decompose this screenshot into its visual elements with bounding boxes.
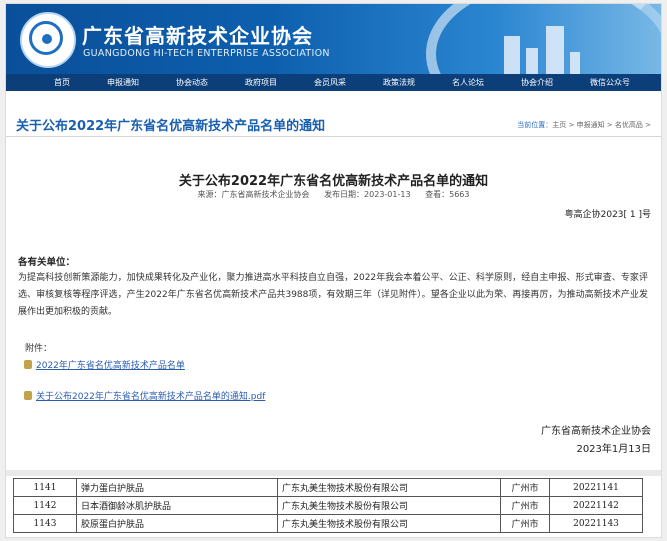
table-cell-code: 20221143 xyxy=(549,514,643,533)
paperclip-icon xyxy=(24,391,32,400)
table-cell-city: 广州市 xyxy=(500,496,550,515)
article-title: 关于公布2022年广东省名优高新技术产品名单的通知 xyxy=(178,174,489,189)
table-cell-product: 胶原蛋白护肤品 xyxy=(76,514,278,533)
breadcrumb: 当前位置：主页 > 申报通知 > 名优高品 > xyxy=(517,120,651,130)
table-cell-code: 20221141 xyxy=(549,478,643,497)
attachments-label: 附件： xyxy=(25,344,53,354)
banner-building xyxy=(546,26,564,74)
page-frame: 广东省高新技术企业协会 GUANGDONG HI-TECH ENTERPRISE… xyxy=(6,4,661,537)
nav-item-home[interactable]: 首页 xyxy=(54,77,70,88)
breadcrumb-label: 当前位置： xyxy=(517,121,553,129)
article-source: 来源：广东省高新技术企业协会 xyxy=(197,190,310,199)
attachment-link[interactable]: 2022年广东省名优高新技术产品名单 xyxy=(24,358,185,371)
nav-item-forum[interactable]: 名人论坛 xyxy=(452,77,484,88)
association-logo[interactable] xyxy=(20,12,76,68)
table-cell-company: 广东丸美生物技术股份有限公司 xyxy=(277,496,501,515)
document-number: 粤高企协2023[ 1 ]号 xyxy=(564,210,651,220)
nav-item-news[interactable]: 协会动态 xyxy=(176,77,208,88)
table-cell-no: 1141 xyxy=(13,478,77,497)
table-cell-city: 广州市 xyxy=(500,478,550,497)
nav-item-about[interactable]: 协会介绍 xyxy=(521,77,553,88)
article-meta: 来源：广东省高新技术企业协会 发布日期：2023-01-13 查看：5663 xyxy=(6,189,661,200)
table-row: 1143 胶原蛋白护肤品 广东丸美生物技术股份有限公司 广州市 20221143 xyxy=(13,514,643,533)
table-cell-no: 1143 xyxy=(13,514,77,533)
signature-date: 2023年1月13日 xyxy=(576,444,651,455)
attachment-link-text[interactable]: 关于公布2022年广东省名优高新技术产品名单的通知.pdf xyxy=(36,392,265,402)
nav-item-wechat[interactable]: 微信公众号 xyxy=(590,77,630,88)
main-nav: 首页 申报通知 协会动态 政府项目 会员风采 政策法规 名人论坛 协会介绍 微信… xyxy=(6,74,661,91)
site-title: 广东省高新技术企业协会 xyxy=(82,24,313,48)
nav-item-gov-projects[interactable]: 政府项目 xyxy=(245,77,277,88)
table-row: 1142 日本酒御龄冰肌护肤品 广东丸美生物技术股份有限公司 广州市 20221… xyxy=(13,496,643,515)
banner-building xyxy=(504,36,520,74)
table-cell-product: 日本酒御龄冰肌护肤品 xyxy=(76,496,278,515)
table-cell-code: 20221142 xyxy=(549,496,643,515)
page-header: 关于公布2022年广东省名优高新技术产品名单的通知 当前位置：主页 > 申报通知… xyxy=(6,114,661,137)
signature-org: 广东省高新技术企业协会 xyxy=(541,426,651,437)
banner-arc-decoration xyxy=(426,4,661,74)
banner-building xyxy=(570,52,580,74)
site-subtitle: GUANGDONG HI-TECH ENTERPRISE ASSOCIATION xyxy=(83,48,330,59)
table-row: 1141 弹力蛋白护肤品 广东丸美生物技术股份有限公司 广州市 20221141 xyxy=(13,478,643,497)
attachment-link[interactable]: 关于公布2022年广东省名优高新技术产品名单的通知.pdf xyxy=(24,389,265,402)
table-cell-no: 1142 xyxy=(13,496,77,515)
site-banner: 广东省高新技术企业协会 GUANGDONG HI-TECH ENTERPRISE… xyxy=(6,4,661,74)
salutation: 各有关单位： xyxy=(18,257,76,268)
breadcrumb-path[interactable]: 主页 > 申报通知 > 名优高品 > xyxy=(552,121,651,129)
article-date: 发布日期：2023-01-13 xyxy=(324,190,411,199)
table-cell-company: 广东丸美生物技术股份有限公司 xyxy=(277,478,501,497)
paperclip-icon xyxy=(24,360,32,369)
attachment-link-text[interactable]: 2022年广东省名优高新技术产品名单 xyxy=(36,361,185,371)
article-views: 查看：5663 xyxy=(425,190,470,199)
table-cell-product: 弹力蛋白护肤品 xyxy=(76,478,278,497)
product-table-preview: 1141 弹力蛋白护肤品 广东丸美生物技术股份有限公司 广州市 20221141… xyxy=(6,470,661,537)
banner-building xyxy=(526,48,538,74)
product-table: 1141 弹力蛋白护肤品 广东丸美生物技术股份有限公司 广州市 20221141… xyxy=(13,478,643,533)
table-cell-city: 广州市 xyxy=(500,514,550,533)
page-title: 关于公布2022年广东省名优高新技术产品名单的通知 xyxy=(16,119,326,134)
table-cell-company: 广东丸美生物技术股份有限公司 xyxy=(277,514,501,533)
article-body: 为提高科技创新策源能力，加快成果转化及产业化，聚力推进高水平科技自立自强，202… xyxy=(18,273,648,317)
nav-item-notices[interactable]: 申报通知 xyxy=(107,77,139,88)
nav-item-members[interactable]: 会员风采 xyxy=(314,77,346,88)
nav-item-policies[interactable]: 政策法规 xyxy=(383,77,415,88)
